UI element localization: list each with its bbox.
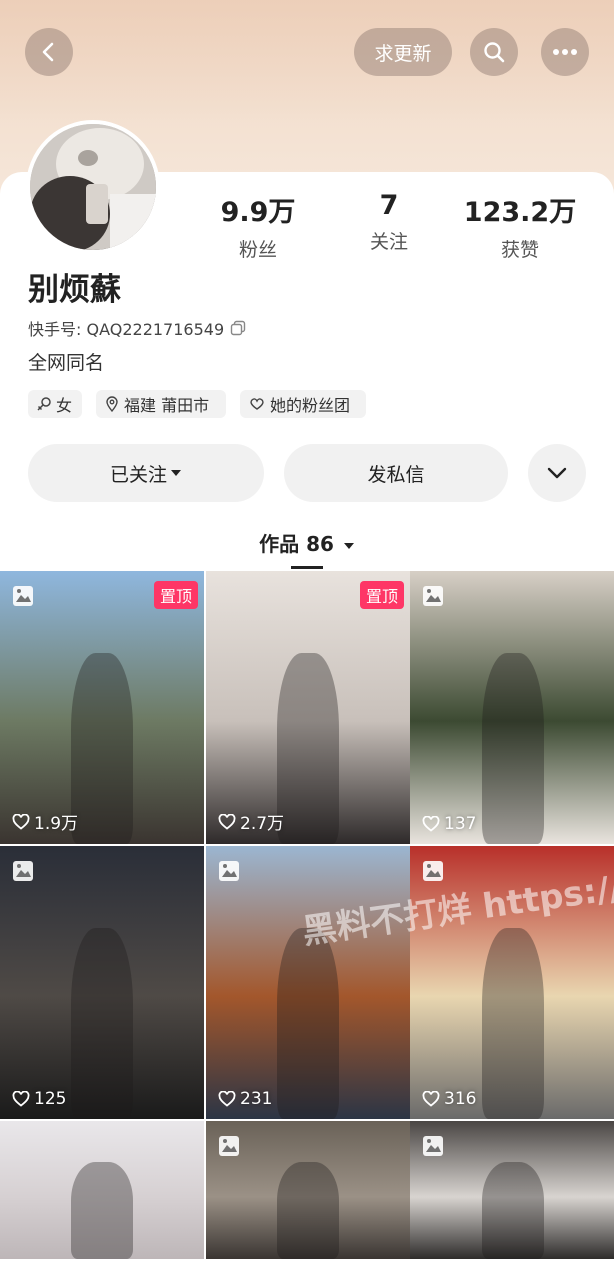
- avatar[interactable]: [26, 120, 160, 254]
- image-icon: [423, 586, 443, 606]
- heart-outline-icon: [218, 1091, 236, 1107]
- stat-label: 获赞: [500, 239, 539, 261]
- grid-item[interactable]: [410, 1121, 614, 1259]
- kuaishou-id-row[interactable]: 快手号: QAQ2221716549: [28, 316, 246, 340]
- caret-down-icon: [343, 543, 354, 549]
- heart-outline-icon: [422, 1091, 440, 1107]
- tab-works[interactable]: 作品 86: [0, 528, 614, 557]
- heart-hands-icon: [250, 398, 264, 410]
- image-icon: [13, 861, 33, 881]
- chevron-down-icon: [547, 467, 567, 479]
- search-icon: [484, 42, 505, 63]
- heart-outline-icon: [422, 816, 440, 832]
- photo-content: [482, 1162, 544, 1259]
- location-label: 福建 莆田市: [124, 396, 210, 415]
- following-button[interactable]: 已关注: [28, 444, 264, 502]
- search-button[interactable]: [470, 28, 518, 76]
- grid-item[interactable]: 137: [410, 571, 614, 844]
- message-button[interactable]: 发私信: [284, 444, 508, 502]
- like-count: 2.7万: [218, 809, 284, 834]
- like-count-value: 231: [240, 1089, 273, 1109]
- back-button[interactable]: [25, 28, 73, 76]
- like-count-value: 137: [444, 814, 477, 834]
- caret-down-icon: [171, 470, 181, 476]
- photo-content: [71, 927, 133, 1119]
- image-icon: [423, 861, 443, 881]
- photo-content: [277, 1162, 339, 1259]
- grid-item[interactable]: 231: [206, 846, 410, 1119]
- pinned-badge: 置顶: [359, 581, 404, 609]
- like-count: 137: [422, 814, 476, 834]
- copy-icon[interactable]: [230, 320, 246, 336]
- stat-followers[interactable]: 9.9万 粉丝: [198, 190, 318, 262]
- heart-outline-icon: [12, 813, 30, 830]
- fan-group-tag[interactable]: 她的粉丝团: [240, 390, 366, 418]
- album-icon: [13, 586, 33, 606]
- like-count-value: 2.7万: [240, 814, 285, 834]
- location-tag[interactable]: 福建 莆田市: [96, 390, 226, 418]
- photo-content: [71, 1162, 133, 1259]
- grid-item[interactable]: 置顶 2.7万: [206, 571, 410, 844]
- avatar-image: [30, 124, 156, 250]
- home-indicator: [200, 1262, 414, 1268]
- photo-content: [482, 927, 544, 1119]
- pinned-badge: 置顶: [153, 581, 198, 609]
- tab-works-label: 作品 86: [259, 532, 334, 556]
- like-count: 231: [218, 1089, 272, 1109]
- photo-content: [277, 652, 339, 844]
- location-icon: [106, 396, 118, 412]
- image-icon: [423, 1136, 443, 1156]
- request-update-button[interactable]: 求更新: [354, 28, 452, 76]
- heart-outline-icon: [12, 1091, 30, 1107]
- like-count: 1.9万: [12, 809, 78, 834]
- tab-indicator: [291, 566, 323, 569]
- grid-item[interactable]: 置顶 1.9万: [0, 571, 204, 844]
- like-count-value: 125: [34, 1089, 67, 1109]
- photo-content: [482, 652, 544, 844]
- following-label: 已关注: [109, 463, 167, 486]
- gender-tag: 女: [28, 390, 82, 418]
- grid-item[interactable]: [206, 1121, 410, 1259]
- stat-following[interactable]: 7 关注: [329, 190, 449, 254]
- photo-content: [71, 652, 133, 844]
- heart-outline-icon: [218, 813, 236, 830]
- message-label: 发私信: [367, 463, 425, 486]
- kuaishou-id: 快手号: QAQ2221716549: [28, 320, 225, 339]
- grid-item[interactable]: [0, 1121, 204, 1259]
- expand-button[interactable]: [528, 444, 586, 502]
- profile-name: 别烦蘇: [28, 272, 121, 308]
- profile-bio: 全网同名: [28, 352, 105, 374]
- like-count: 316: [422, 1089, 476, 1109]
- fan-group-label: 她的粉丝团: [270, 396, 351, 415]
- stat-label: 粉丝: [238, 239, 277, 261]
- stat-value: 7: [379, 190, 399, 221]
- like-count: 125: [12, 1089, 66, 1109]
- photo-content: [277, 927, 339, 1119]
- more-icon: [553, 49, 577, 55]
- stat-likes[interactable]: 123.2万 获赞: [460, 190, 580, 262]
- image-icon: [219, 1136, 239, 1156]
- stat-value: 123.2万: [463, 197, 577, 228]
- gender-label: 女: [56, 396, 73, 415]
- like-count-value: 1.9万: [34, 814, 79, 834]
- stat-value: 9.9万: [220, 197, 296, 228]
- more-button[interactable]: [541, 28, 589, 76]
- stat-label: 关注: [369, 231, 408, 253]
- like-count-value: 316: [444, 1089, 477, 1109]
- grid-item[interactable]: 125: [0, 846, 204, 1119]
- image-icon: [219, 861, 239, 881]
- female-icon: [37, 397, 51, 411]
- chevron-left-icon: [42, 42, 54, 62]
